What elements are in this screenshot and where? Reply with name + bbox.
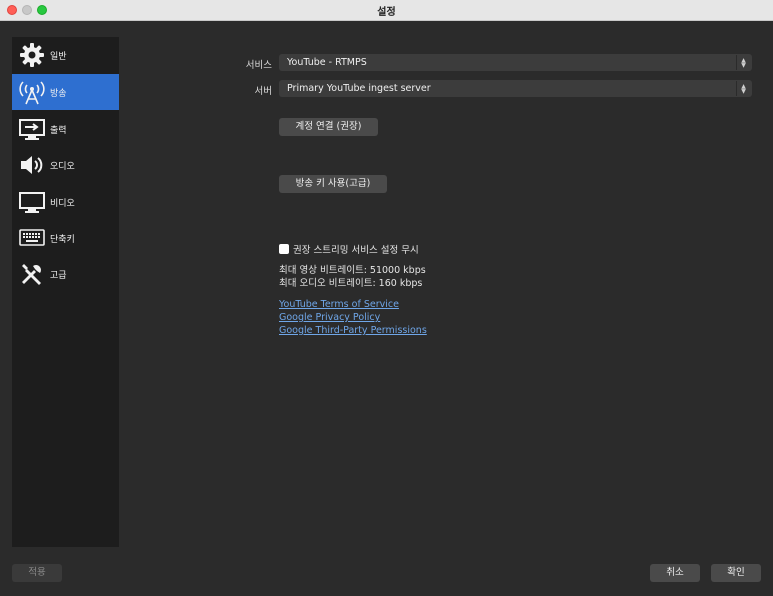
sidebar-item-hotkeys[interactable]: 단축키	[12, 220, 119, 256]
cancel-button[interactable]: 취소	[650, 564, 700, 582]
sidebar-item-label: 출력	[50, 125, 67, 136]
server-label: 서버	[254, 86, 272, 97]
server-select-value: Primary YouTube ingest server	[287, 83, 431, 94]
gear-icon	[16, 40, 48, 70]
chevron-up-down-icon: ▲ ▼	[736, 55, 750, 70]
sidebar-item-label: 오디오	[50, 161, 75, 172]
tools-icon	[16, 259, 48, 289]
server-select[interactable]: Primary YouTube ingest server ▲ ▼	[279, 80, 752, 97]
chevron-up-down-icon: ▲ ▼	[736, 81, 750, 96]
ignore-recommended-row[interactable]: 권장 스트리밍 서비스 설정 무시	[279, 242, 419, 256]
antenna-icon	[16, 77, 48, 107]
speaker-icon	[16, 150, 48, 180]
use-stream-key-button[interactable]: 방송 키 사용(고급)	[279, 175, 387, 193]
sidebar-item-label: 일반	[50, 51, 67, 62]
youtube-terms-link[interactable]: YouTube Terms of Service	[279, 299, 399, 310]
title-bar: 설정	[0, 0, 773, 21]
max-video-bitrate: 최대 영상 비트레이트: 51000 kbps	[279, 265, 426, 276]
sidebar-item-label: 단축키	[50, 234, 75, 245]
service-select-value: YouTube - RTMPS	[287, 57, 367, 68]
service-select[interactable]: YouTube - RTMPS ▲ ▼	[279, 54, 752, 71]
apply-button[interactable]: 적용	[12, 564, 62, 582]
connect-account-button[interactable]: 계정 연결 (권장)	[279, 118, 378, 136]
monitor-icon	[16, 187, 48, 217]
google-privacy-link[interactable]: Google Privacy Policy	[279, 312, 380, 323]
keyboard-icon	[16, 223, 48, 253]
sidebar-item-label: 비디오	[50, 198, 75, 209]
ignore-recommended-checkbox[interactable]	[279, 244, 289, 254]
ok-button[interactable]: 확인	[711, 564, 761, 582]
sidebar-item-video[interactable]: 비디오	[12, 184, 119, 220]
window-title: 설정	[377, 7, 396, 18]
settings-sidebar: 일반 방송 출력 오디오 비디오 단축키 고급	[12, 37, 119, 547]
sidebar-item-general[interactable]: 일반	[12, 37, 119, 73]
sidebar-item-audio[interactable]: 오디오	[12, 147, 119, 183]
sidebar-item-label: 고급	[50, 270, 67, 281]
google-permissions-link[interactable]: Google Third-Party Permissions	[279, 325, 427, 336]
sidebar-item-output[interactable]: 출력	[12, 111, 119, 147]
sidebar-item-label: 방송	[50, 88, 67, 99]
sidebar-item-advanced[interactable]: 고급	[12, 256, 119, 292]
ignore-recommended-label: 권장 스트리밍 서비스 설정 무시	[293, 245, 419, 256]
output-monitor-icon	[16, 114, 48, 144]
max-audio-bitrate: 최대 오디오 비트레이트: 160 kbps	[279, 278, 423, 289]
sidebar-item-stream[interactable]: 방송	[12, 74, 119, 110]
service-label: 서비스	[245, 60, 272, 71]
